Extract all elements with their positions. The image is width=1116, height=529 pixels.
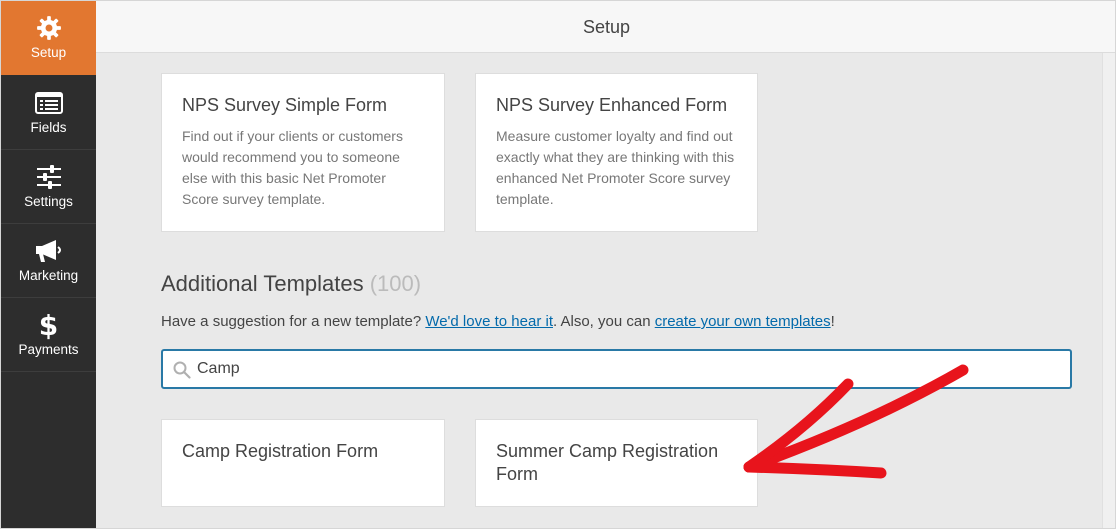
suggestion-text: Have a suggestion for a new template? We… xyxy=(161,313,835,330)
sliders-icon xyxy=(36,162,62,192)
search-icon xyxy=(173,361,191,384)
template-title: NPS Survey Enhanced Form xyxy=(496,95,728,115)
sidebar-item-label: Marketing xyxy=(18,268,79,283)
template-title: NPS Survey Simple Form xyxy=(182,95,388,115)
template-card-nps-simple[interactable]: NPS Survey Simple Form Find out if your … xyxy=(161,73,445,232)
suggest-template-link[interactable]: We'd love to hear it xyxy=(425,313,553,330)
suggest-prefix: Have a suggestion for a new template? xyxy=(161,313,426,330)
suggest-suffix: ! xyxy=(830,313,835,330)
top-header: Setup xyxy=(96,1,1115,53)
sidebar-item-fields[interactable]: Fields xyxy=(1,76,96,150)
template-card-camp-registration[interactable]: Camp Registration Form xyxy=(161,419,445,507)
template-card-nps-enhanced[interactable]: NPS Survey Enhanced Form Measure custome… xyxy=(475,73,758,232)
sidebar-item-marketing[interactable]: Marketing xyxy=(1,224,96,298)
sidebar-item-payments[interactable]: $ Payments xyxy=(1,298,96,372)
sidebar-item-label: Settings xyxy=(24,194,73,209)
suggest-middle: . Also, you can xyxy=(552,313,655,330)
sidebar-item-label: Setup xyxy=(30,45,67,60)
gear-icon xyxy=(36,13,62,43)
template-count: (100) xyxy=(369,271,422,296)
template-description: Find out if your clients or customers wo… xyxy=(182,128,403,207)
template-card-summer-camp-registration[interactable]: Summer Camp Registration Form xyxy=(475,419,758,507)
dollar-icon: $ xyxy=(38,308,59,342)
sidebar-item-settings[interactable]: Settings xyxy=(1,150,96,224)
page-title: Setup xyxy=(582,17,631,37)
additional-templates-heading: Additional Templates (100) xyxy=(161,271,421,297)
section-title-text: Additional Templates xyxy=(161,271,364,296)
list-icon xyxy=(34,88,63,118)
create-templates-link[interactable]: create your own templates xyxy=(655,313,831,330)
scrollbar[interactable] xyxy=(1102,53,1115,528)
template-title: Camp Registration Form xyxy=(182,441,379,461)
sidebar-item-setup[interactable]: Setup xyxy=(1,1,96,75)
template-title: Summer Camp Registration Form xyxy=(496,441,719,484)
sidebar-item-label: Fields xyxy=(30,120,67,135)
sidebar-item-label: Payments xyxy=(18,342,79,357)
annotation-arrow xyxy=(743,364,969,479)
app-window: Setup Fields Settings Marketing $ Paymen… xyxy=(0,0,1116,529)
sidebar: Setup Fields Settings Marketing $ Paymen… xyxy=(1,1,96,528)
megaphone-icon xyxy=(35,236,63,266)
template-description: Measure customer loyalty and find out ex… xyxy=(496,128,735,207)
